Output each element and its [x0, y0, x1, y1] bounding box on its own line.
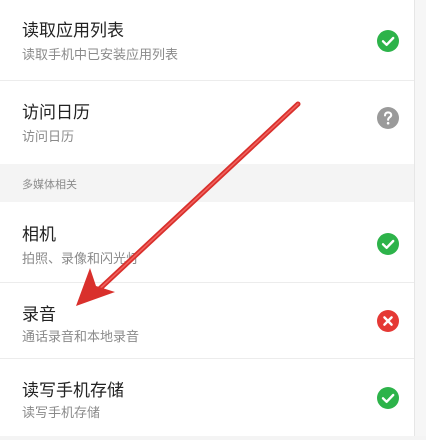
- permission-title: 录音: [22, 305, 56, 325]
- scroll-edge: [414, 0, 426, 436]
- permission-row-calendar[interactable]: 访问日历 访问日历: [0, 82, 414, 162]
- divider: [0, 80, 414, 81]
- permission-title: 访问日历: [22, 103, 90, 123]
- section-label: 多媒体相关: [22, 178, 77, 191]
- permission-title: 相机: [22, 225, 56, 245]
- divider: [0, 282, 414, 283]
- permission-row-storage[interactable]: 读写手机存储 读写手机存储: [0, 360, 414, 440]
- permission-title: 读取应用列表: [22, 21, 124, 41]
- permission-desc: 拍照、录像和闪光灯: [22, 252, 140, 267]
- check-circle-icon[interactable]: [377, 387, 399, 409]
- permission-row-record[interactable]: 录音 通话录音和本地录音: [0, 284, 414, 364]
- question-circle-icon[interactable]: [377, 107, 399, 129]
- permission-title: 读写手机存储: [22, 381, 124, 401]
- permission-row-app-list[interactable]: 读取应用列表 读取手机中已安装应用列表: [0, 0, 414, 80]
- permission-row-camera[interactable]: 相机 拍照、录像和闪光灯: [0, 202, 414, 282]
- permission-desc: 通话录音和本地录音: [22, 330, 140, 345]
- permission-desc: 读取手机中已安装应用列表: [22, 48, 179, 63]
- section-header-media: 多媒体相关: [0, 164, 414, 202]
- permission-desc: 读写手机存储: [22, 406, 101, 421]
- close-circle-icon[interactable]: [377, 310, 399, 332]
- divider: [0, 358, 414, 359]
- permissions-panel: 读取应用列表 读取手机中已安装应用列表 访问日历 访问日历: [0, 0, 414, 164]
- check-circle-icon[interactable]: [377, 233, 399, 255]
- check-circle-icon[interactable]: [377, 30, 399, 52]
- permission-desc: 访问日历: [22, 130, 75, 145]
- media-permissions-panel: 相机 拍照、录像和闪光灯 录音 通话录音和本地录音 读写手机存储 读写手机存储: [0, 202, 414, 436]
